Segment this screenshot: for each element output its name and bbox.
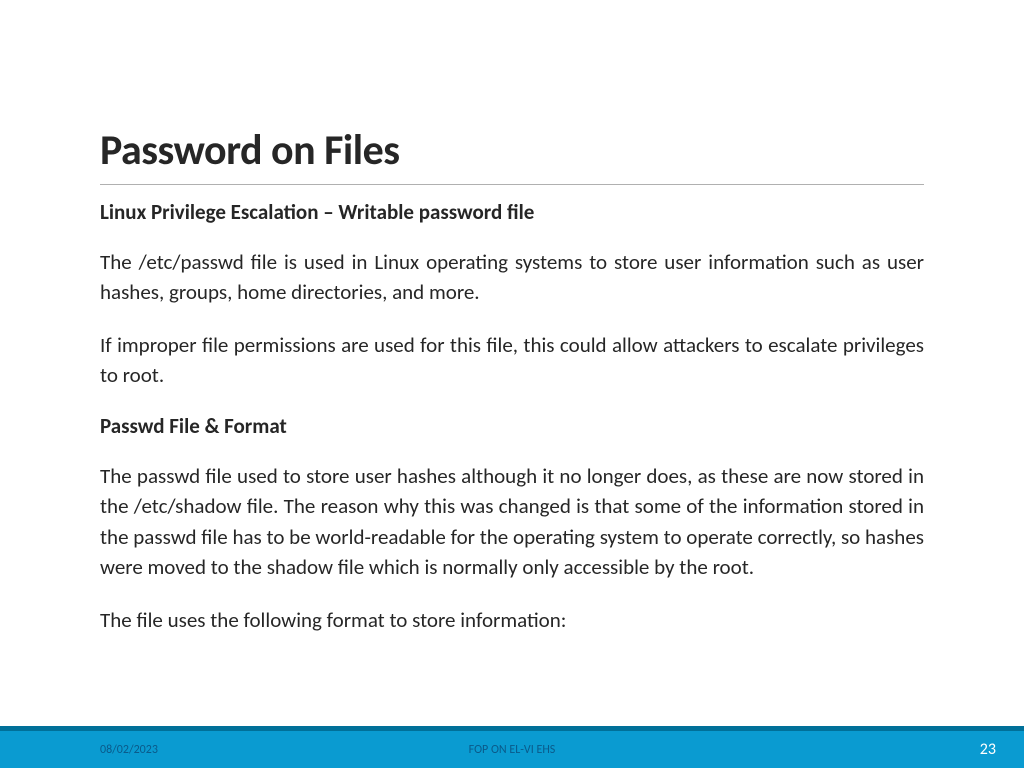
footer-page-number: 23: [980, 740, 996, 759]
slide: Password on Files Linux Privilege Escala…: [0, 0, 1024, 768]
slide-footer: 08/02/2023 FOP ON EL-VI EHS 23: [0, 726, 1024, 768]
title-divider: [100, 184, 924, 185]
subheading-privilege-escalation: Linux Privilege Escalation – Writable pa…: [100, 199, 924, 225]
slide-title: Password on Files: [100, 125, 924, 176]
footer-center-text: FOP ON EL-VI EHS: [0, 743, 1024, 757]
paragraph-format-lead: The file uses the following format to st…: [100, 605, 924, 635]
slide-content: Password on Files Linux Privilege Escala…: [100, 125, 924, 657]
paragraph-intro: The /etc/passwd file is used in Linux op…: [100, 247, 924, 308]
paragraph-passwd-explain: The passwd file used to store user hashe…: [100, 461, 924, 583]
paragraph-risk: If improper file permissions are used fo…: [100, 330, 924, 391]
subheading-passwd-format: Passwd File & Format: [100, 413, 924, 439]
